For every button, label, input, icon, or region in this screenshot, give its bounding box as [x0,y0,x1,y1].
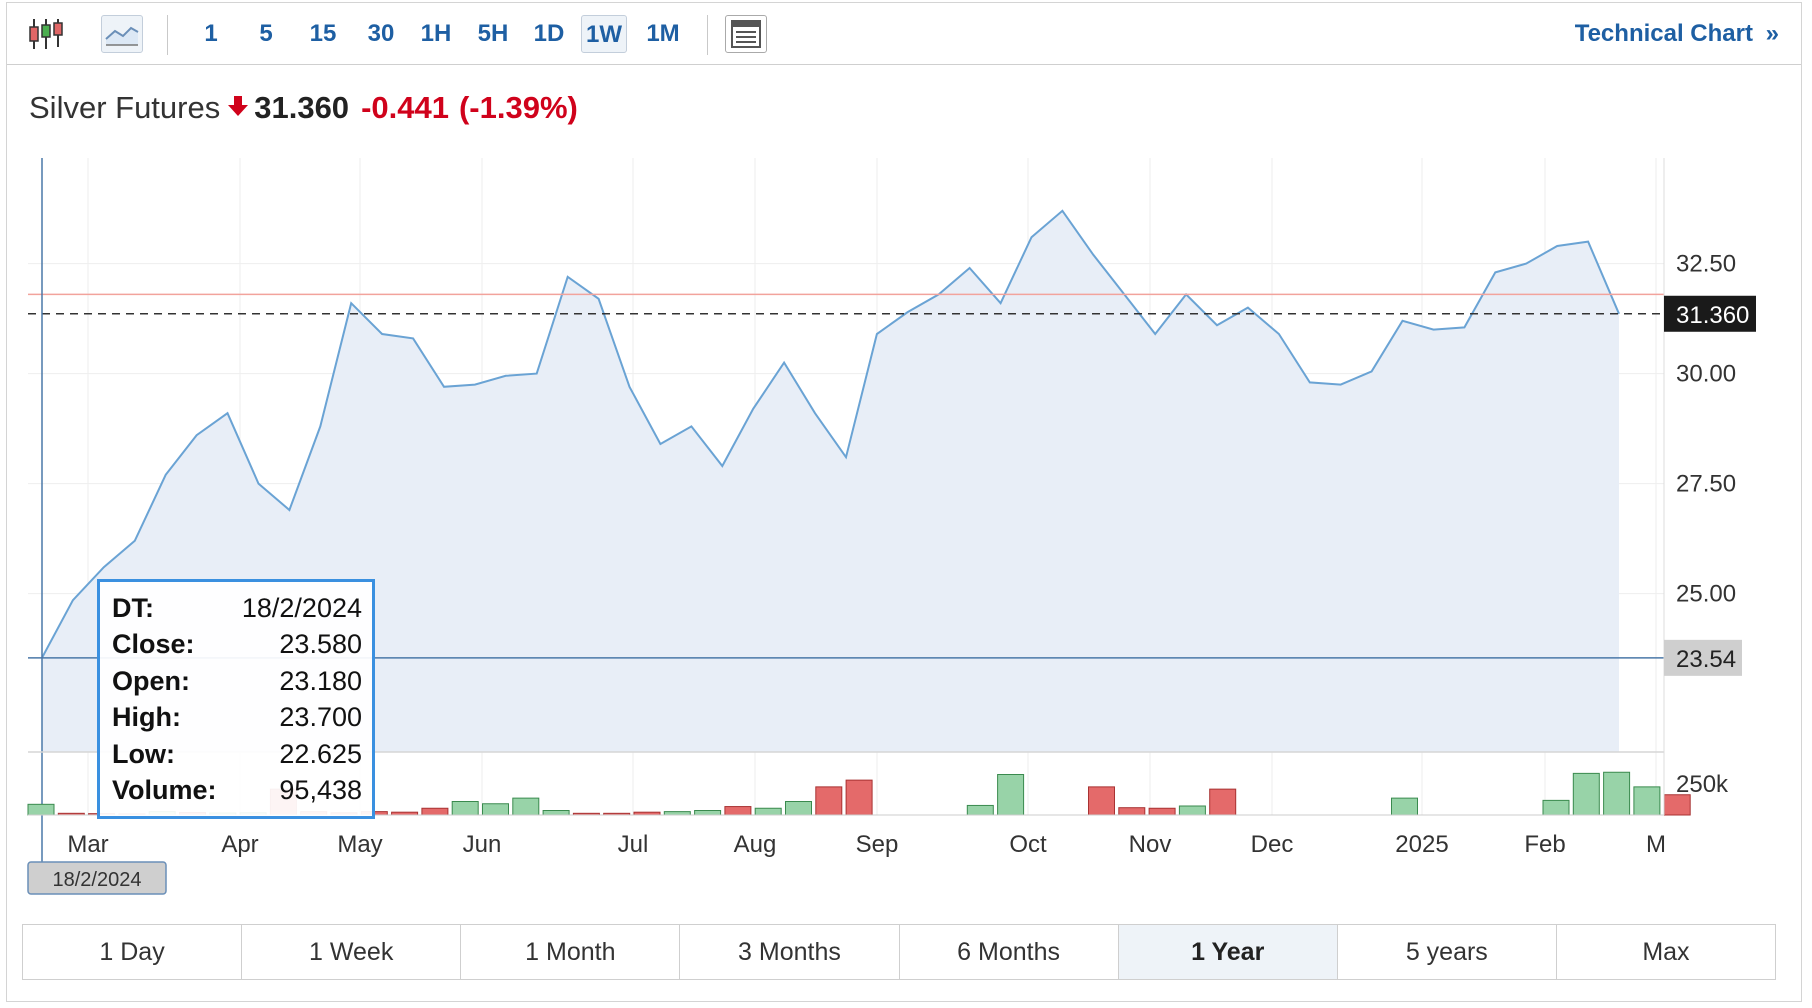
volume-bar [724,806,752,816]
range-1-week[interactable]: 1 Week [242,925,462,979]
x-tick-label: Apr [221,831,258,858]
y-tick-label: 25.00 [1676,581,1736,608]
range-selector: 1 Day 1 Week 1 Month 3 Months 6 Months 1 Year… [22,924,1776,980]
volume-bar [27,803,55,816]
volume-bar [451,801,479,816]
volume-bar [663,811,691,816]
y-tick-label: 30.00 [1676,361,1736,388]
x-tick-label: Sep [856,831,899,858]
range-max[interactable]: Max [1556,925,1775,979]
range-1-day[interactable]: 1 Day [23,925,243,979]
y-tick-label: 32.50 [1676,251,1736,278]
x-tick-label: Jun [463,831,502,858]
tooltip-value: 18/2/2024 [241,593,362,623]
tooltip-label: Low: [112,738,175,769]
volume-bar [1118,807,1146,816]
tooltip-label: DT: [112,593,154,623]
tooltip-row: DT: 18/2/2024 [112,590,362,626]
x-tick-label: M [1646,831,1666,858]
volume-bar [815,786,843,816]
x-tick-label: May [337,831,382,858]
tooltip-row: Low: 22.625 [112,736,362,772]
volume-bar [482,803,509,816]
tooltip-value: 23.580 [279,629,362,660]
volume-bar [1633,786,1661,816]
x-tick-label: Feb [1524,831,1565,858]
crosshair-value-label: 23.54 [1676,646,1736,673]
volume-axis-label: 250k [1676,771,1729,798]
volume-bar [845,779,873,816]
x-tick-label: Aug [734,831,777,858]
tooltip-value: 95,438 [279,774,362,805]
crosshair-tooltip: DT: 18/2/2024 Close: 23.580 Open: 23.180 High:… [97,579,375,819]
tooltip-value: 23.700 [279,702,362,733]
volume-bar [512,797,540,816]
volume-bar [1178,805,1206,816]
range-3-months[interactable]: 3 Months [680,925,900,979]
volume-bar [1542,799,1570,816]
range-5-years[interactable]: 5 years [1337,925,1557,979]
volume-bar [785,801,812,816]
x-tick-label: Nov [1129,831,1172,858]
price-chart[interactable]: Investing.com25.0027.5030.0032.50250k31.… [0,0,1812,1008]
volume-bar [1391,797,1418,816]
y-tick-label: 27.50 [1676,471,1736,498]
tooltip-row: Open: 23.180 [112,663,362,699]
range-1-month[interactable]: 1 Month [461,925,681,979]
crosshair-date-label: 18/2/2024 [53,869,142,891]
tooltip-row: High: 23.700 [112,699,362,735]
tooltip-row: Volume: 95,438 [112,772,362,808]
tooltip-value: 23.180 [279,665,362,696]
tooltip-row: Close: 23.580 [112,626,362,662]
volume-bar [966,804,994,816]
volume-bar [421,807,449,816]
x-tick-label: Oct [1009,831,1047,858]
tooltip-label: Close: [112,629,195,660]
tooltip-label: Volume: [112,774,217,805]
tooltip-label: High: [112,702,181,733]
tooltip-label: Open: [112,665,190,696]
x-tick-label: 2025 [1395,831,1448,858]
volume-bar [542,810,570,816]
volume-bar [1148,807,1176,816]
volume-bar [997,774,1025,816]
volume-bar [754,807,782,816]
volume-bar [1209,788,1237,816]
volume-bar [1088,786,1115,816]
volume-bar [694,810,722,816]
last-price-badge-label: 31.360 [1676,302,1749,329]
volume-bar [1572,772,1600,816]
x-tick-label: Jul [618,831,649,858]
volume-bar [1603,771,1631,816]
range-1-year[interactable]: 1 Year [1118,925,1338,979]
tooltip-value: 22.625 [279,738,362,769]
range-6-months[interactable]: 6 Months [899,925,1119,979]
x-tick-label: Mar [67,831,108,858]
x-tick-label: Dec [1251,831,1294,858]
